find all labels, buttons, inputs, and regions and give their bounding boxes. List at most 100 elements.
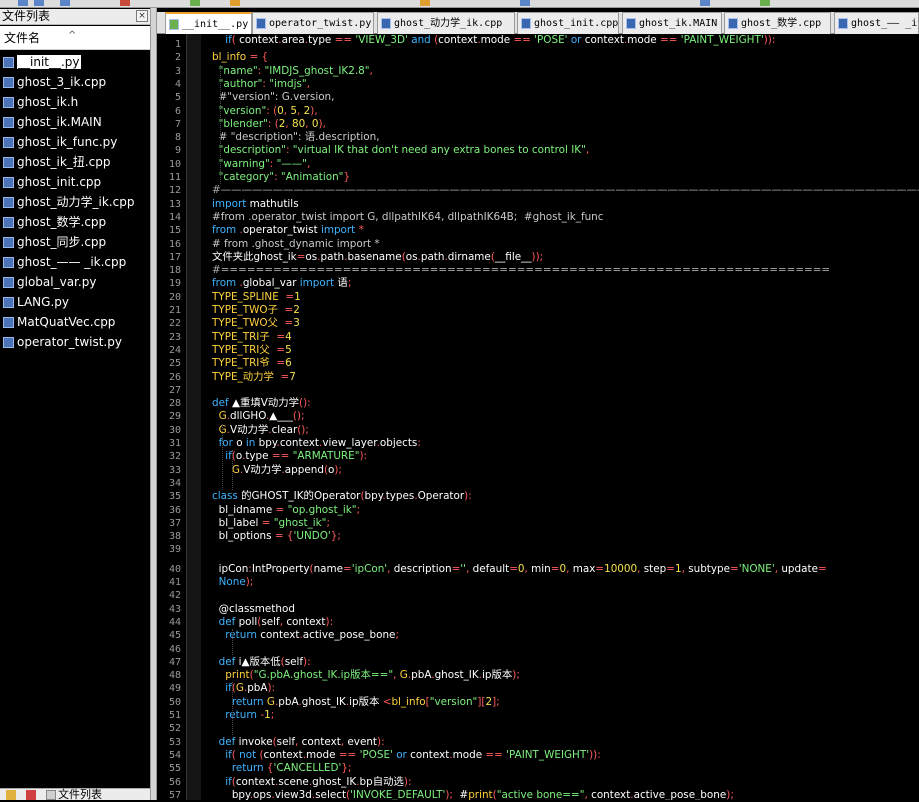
code-line[interactable]: if( context.area.type == 'VIEW_3D' and (… (212, 34, 775, 47)
file-list-item[interactable]: global_var.py (0, 272, 150, 292)
code-line[interactable]: TYPE_SPLINE =1 (212, 291, 301, 304)
code-line[interactable]: # from .ghost_dynamic import * (212, 238, 380, 251)
file-list-item[interactable]: ghost_3_ik.cpp (0, 72, 150, 92)
sort-caret-icon[interactable]: ^ (68, 24, 76, 48)
folder-icon[interactable] (6, 790, 16, 800)
toolbar-icon[interactable] (230, 0, 240, 6)
code-line[interactable]: TYPE_动力学 =7 (212, 371, 296, 384)
code-line[interactable]: class 的GHOST_IK的Operator(bpy.types.Opera… (212, 490, 472, 503)
code-line[interactable]: def i▲版本低(self): (212, 656, 311, 669)
toolbar-icon[interactable] (700, 0, 710, 6)
code-line[interactable]: ipCon:IntProperty(name='ipCon', descript… (212, 563, 827, 576)
code-line[interactable]: "author": "imdjs", (212, 78, 310, 91)
file-name-column-header[interactable]: 文件名 ^ (0, 26, 150, 50)
tab-0[interactable]: __init__.py (165, 12, 252, 34)
code-line[interactable]: "description": "virtual IK that don't ne… (212, 144, 590, 157)
code-line[interactable]: TYPE_TRI爷 =6 (212, 357, 292, 370)
code-line[interactable]: if(context.scene.ghost_IK.bp自动选): (212, 776, 411, 789)
toolbar-icon[interactable] (34, 0, 44, 6)
file-icon (3, 137, 14, 148)
close-icon[interactable]: × (136, 10, 148, 22)
toolbar-icon[interactable] (120, 0, 130, 6)
code-line[interactable]: G.dllGHO.▲___(); (212, 410, 305, 423)
toolbar-icon[interactable] (190, 0, 200, 6)
code-line[interactable]: print("G.pbA.ghost_IK.ip版本==", G.pbA.gho… (212, 669, 520, 682)
file-list-footer-label[interactable]: 文件列表 (58, 788, 102, 801)
code-line[interactable]: from .global_var import 语; (212, 277, 351, 290)
file-list-item[interactable]: ghost_ik_func.py (0, 132, 150, 152)
toolbar-icon[interactable] (60, 0, 70, 6)
code-line[interactable]: import mathutils (212, 198, 299, 211)
code-area[interactable]: bl_info = { "name": "IMDJS_ghost_IK2.8",… (212, 34, 919, 800)
code-line[interactable]: for o in bpy.context.view_layer.objects: (212, 437, 421, 450)
code-line[interactable]: # "description": 语.description, (212, 131, 380, 144)
code-line[interactable]: bl_options = {'UNDO'}; (212, 530, 341, 543)
file-tab-icon[interactable] (46, 790, 56, 800)
code-line[interactable]: bl_info = { (212, 51, 268, 64)
file-list-item[interactable]: __init__.py (0, 52, 150, 72)
code-editor[interactable]: 1 2 3 4 5 6 7 8 9 10 11 12 13 14 15 16 17 18 19 20 21 22 23 24 2… (157, 34, 919, 801)
tab-6[interactable]: ghost_—— _i (834, 12, 919, 34)
file-list-item[interactable]: ghost_ik_扭.cpp (0, 152, 150, 172)
fold-margin[interactable] (187, 34, 201, 800)
code-line[interactable]: return {'CANCELLED'}; (212, 762, 352, 775)
tab-2[interactable]: ghost_动力学_ik.cpp (377, 12, 515, 34)
code-line[interactable]: 文件夹此ghost_ik=os.path.basename(os.path.di… (212, 251, 543, 264)
file-list-item[interactable]: ghost_—— _ik.cpp (0, 252, 150, 272)
code-line[interactable]: #"version": G.version, (212, 91, 335, 104)
code-line[interactable]: return G.pbA.ghost_IK.ip版本 <bl_info["ver… (212, 696, 500, 709)
line-number: 38 (168, 531, 181, 543)
toolbar-icon[interactable] (760, 0, 770, 6)
code-line[interactable]: def ▲重填V动力学(): (212, 397, 311, 410)
code-line[interactable]: if(o.type == "ARMATURE"): (212, 450, 367, 463)
code-line[interactable]: #=======================================… (212, 264, 830, 277)
file-list-item[interactable]: ghost_ik.h (0, 92, 150, 112)
toolbar-icon[interactable] (420, 0, 430, 6)
file-list-item[interactable]: ghost_数学.cpp (0, 212, 150, 232)
file-list-item[interactable]: MatQuatVec.cpp (0, 312, 150, 332)
file-list-item[interactable]: LANG.py (0, 292, 150, 312)
toolbar-icon[interactable] (520, 0, 530, 6)
toolbar-icon[interactable] (18, 0, 28, 6)
code-line[interactable]: "version": (0, 5, 2), (212, 105, 318, 118)
tab-1[interactable]: operator_twist.py (252, 12, 374, 34)
line-number: 40 (168, 563, 181, 575)
file-list-item[interactable]: operator_twist.py (0, 332, 150, 352)
line-number: 49 (168, 683, 181, 695)
file-list-item[interactable]: ghost_init.cpp (0, 172, 150, 192)
code-line[interactable]: "blender": (2, 80, 0), (212, 118, 326, 131)
code-line[interactable]: if( not (context.mode == 'POSE' or conte… (212, 749, 601, 762)
code-line[interactable]: TYPE_TWO父 =3 (212, 317, 300, 330)
tab-3[interactable]: ghost_init.cpp (517, 12, 619, 34)
file-list-item[interactable]: ghost_同步.cpp (0, 232, 150, 252)
code-line[interactable]: "name": "IMDJS_ghost_IK2.8", (212, 65, 373, 78)
file-list-title-text: 文件列表 (2, 9, 51, 23)
code-line[interactable]: TYPE_TRI子 =4 (212, 331, 292, 344)
tab-5[interactable]: ghost_数学.cpp (724, 12, 831, 34)
code-line[interactable]: TYPE_TWO子 =2 (212, 304, 300, 317)
code-line[interactable]: #———————————————————————————————————————… (212, 184, 919, 197)
panel-splitter[interactable] (150, 8, 157, 800)
code-line[interactable]: TYPE_TRI父 =5 (212, 344, 292, 357)
file-list-item[interactable]: ghost_ik.MAIN (0, 112, 150, 132)
indent-guide (232, 450, 233, 490)
code-line[interactable]: @classmethod (212, 603, 295, 616)
code-line[interactable]: def poll(self, context): (212, 616, 333, 629)
code-line[interactable]: return context.active_pose_bone; (212, 629, 399, 642)
code-line[interactable]: #from .operator_twist import G, dllpathI… (212, 211, 604, 224)
code-line[interactable]: G.V动力学.clear(); (212, 424, 309, 437)
code-line[interactable]: bl_label = "ghost_ik"; (212, 517, 330, 530)
code-line[interactable]: def invoke(self, context, event): (212, 736, 385, 749)
line-number: 25 (168, 358, 181, 370)
code-line[interactable]: bl_idname = "op.ghost_ik"; (212, 504, 360, 517)
tab-4[interactable]: ghost_ik.MAIN (622, 12, 722, 34)
code-line[interactable]: bpy.ops.view3d.select('INVOKE_DEFAULT');… (212, 789, 734, 800)
code-line[interactable]: "warning": "——", (212, 158, 311, 171)
file-list-item[interactable]: ghost_动力学_ik.cpp (0, 192, 150, 212)
code-line[interactable]: None); (212, 576, 254, 589)
code-line[interactable]: from .operator_twist import * (212, 224, 364, 237)
code-line[interactable]: if(G.pbA): (212, 682, 275, 695)
refresh-icon[interactable] (26, 790, 36, 800)
code-line[interactable]: return -1; (212, 709, 274, 722)
code-line[interactable]: "category": "Animation"} (212, 171, 350, 184)
